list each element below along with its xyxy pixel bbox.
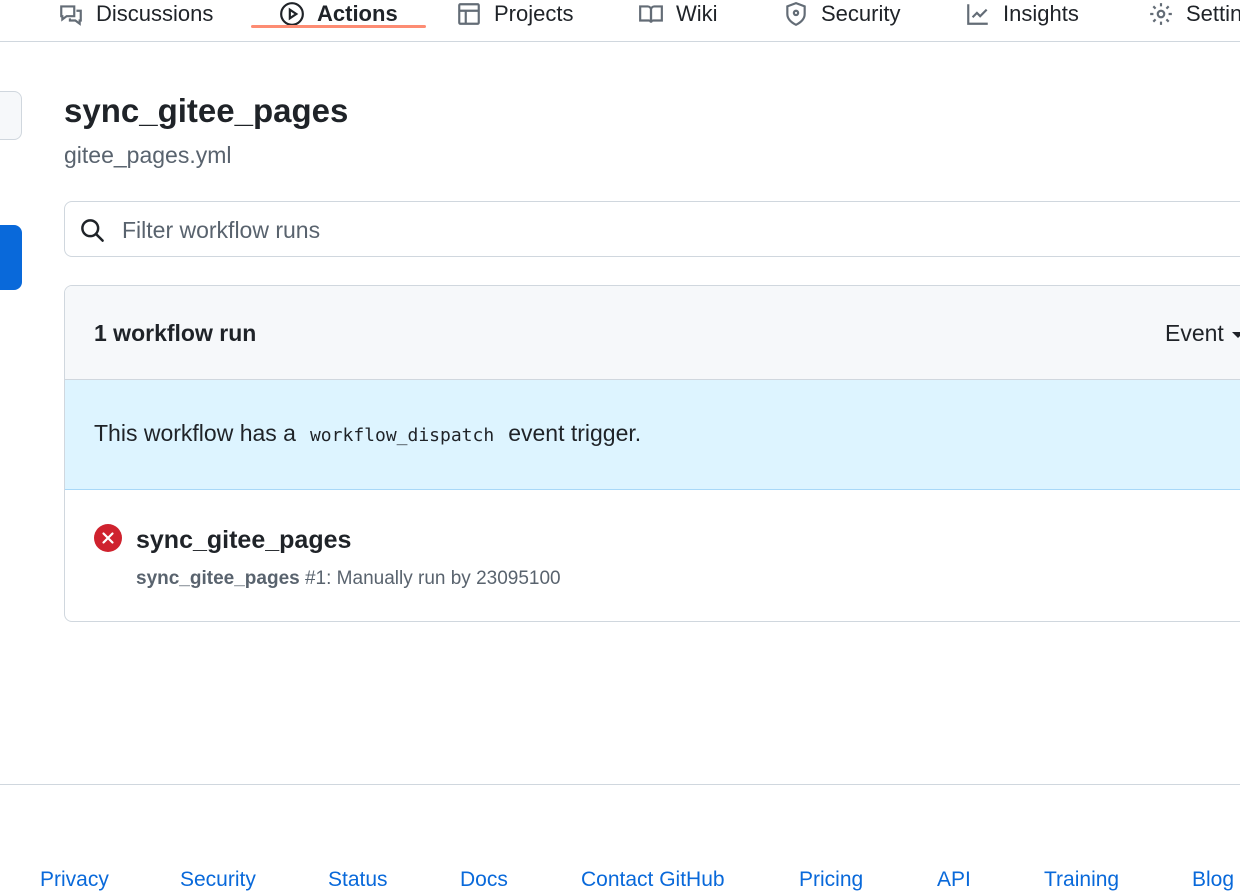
tab-label: Wiki <box>676 1 718 26</box>
tab-discussions[interactable]: Discussions <box>58 0 213 42</box>
tab-insights[interactable]: Insights <box>965 0 1079 42</box>
tab-label: Security <box>821 1 901 26</box>
run-title-link[interactable]: sync_gitee_pages <box>136 526 351 555</box>
filter-runs-input[interactable] <box>122 210 1222 250</box>
dispatch-notice-text: This workflow has a workflow_dispatch ev… <box>94 420 641 447</box>
tab-security[interactable]: Security <box>783 0 900 42</box>
run-meta: sync_gitee_pages #1: Manually run by 230… <box>136 568 561 590</box>
run-detail: #1: Manually run by 23095100 <box>304 568 561 589</box>
footer-link-pricing[interactable]: Pricing <box>799 868 863 892</box>
search-icon <box>81 219 104 242</box>
sidebar-button[interactable] <box>0 91 22 140</box>
table-icon <box>458 3 480 25</box>
event-filter-dropdown[interactable]: Event <box>1165 320 1240 347</box>
gear-icon <box>1150 3 1172 25</box>
tab-label: Actions <box>317 1 398 26</box>
book-icon <box>639 5 663 23</box>
page: Discussions Actions Projects Wiki Securi… <box>0 0 1240 894</box>
shield-icon <box>786 2 806 27</box>
footer-link-api[interactable]: API <box>937 868 971 892</box>
comment-discussion-icon <box>60 5 82 26</box>
tab-actions[interactable]: Actions <box>251 0 426 42</box>
play-icon <box>280 2 304 26</box>
workflow-runs-box: 1 workflow run Event This workflow has a… <box>64 285 1240 622</box>
footer-link-docs[interactable]: Docs <box>460 868 508 892</box>
chevron-down-icon <box>1231 332 1240 338</box>
repo-nav: Discussions Actions Projects Wiki Securi… <box>0 0 1240 42</box>
tab-label: Insights <box>1003 1 1079 26</box>
footer-link-privacy[interactable]: Privacy <box>40 868 109 892</box>
footer-link-contact[interactable]: Contact GitHub <box>581 868 725 892</box>
tab-projects[interactable]: Projects <box>456 0 573 42</box>
tab-settings[interactable]: Settings <box>1148 0 1240 42</box>
footer-link-training[interactable]: Training <box>1044 868 1119 892</box>
graph-icon <box>967 4 988 25</box>
footer-divider <box>0 784 1240 785</box>
tab-wiki[interactable]: Wiki <box>638 0 718 42</box>
workflow-title: sync_gitee_pages <box>64 92 349 129</box>
tab-label: Settings <box>1186 1 1240 26</box>
dispatch-code: workflow_dispatch <box>309 425 495 446</box>
dispatch-suffix: event trigger. <box>508 420 642 446</box>
footer-link-blog[interactable]: Blog <box>1192 868 1234 892</box>
runs-header: 1 workflow run Event <box>65 286 1240 380</box>
dispatch-notice: This workflow has a workflow_dispatch ev… <box>65 380 1240 490</box>
run-list-item[interactable]: sync_gitee_pages sync_gitee_pages #1: Ma… <box>65 490 1240 621</box>
sidebar-selected-item[interactable] <box>0 225 22 290</box>
workflow-file-link[interactable]: gitee_pages.yml <box>64 142 232 169</box>
event-filter-label: Event <box>1165 320 1224 346</box>
footer-link-status[interactable]: Status <box>328 868 388 892</box>
x-circle-fill-icon <box>94 524 122 552</box>
filter-runs-search <box>64 201 1240 257</box>
footer-link-security[interactable]: Security <box>180 868 256 892</box>
dispatch-prefix: This workflow has a <box>94 420 296 446</box>
run-workflow-name: sync_gitee_pages <box>136 568 300 589</box>
runs-count: 1 workflow run <box>94 320 257 346</box>
tab-label: Discussions <box>96 1 214 26</box>
tab-label: Projects <box>494 1 574 26</box>
